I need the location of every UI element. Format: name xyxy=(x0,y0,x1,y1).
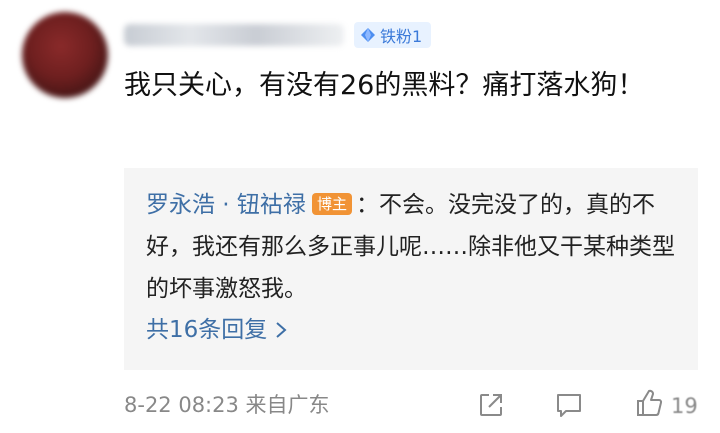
comment-meta: 8-22 08:23 来自广东 xyxy=(124,393,330,417)
fan-badge[interactable]: 铁粉1 xyxy=(354,22,432,48)
like-count: 19 xyxy=(671,394,698,418)
reply-preview[interactable]: 罗永浩 · 钮祜禄 博主 ：不会。没完没了的，真的不好，我还有那么多正事儿呢……除非… xyxy=(124,168,698,370)
comment-text: 我只关心，有没有26的黑料？痛打落水狗！ xyxy=(124,70,645,101)
like-icon[interactable] xyxy=(635,388,663,418)
fan-badge-label: 铁粉1 xyxy=(380,27,423,46)
share-icon[interactable] xyxy=(478,392,504,418)
view-replies-label: 共16条回复 xyxy=(146,317,268,343)
reply-author-link[interactable]: 罗永浩 · 钮祜禄 xyxy=(146,192,306,218)
reply-content: 罗永浩 · 钮祜禄 博主 ：不会。没完没了的，真的不好，我还有那么多正事儿呢……除非… xyxy=(146,184,676,310)
avatar[interactable] xyxy=(22,12,108,98)
chevron-right-icon xyxy=(276,322,287,338)
username-blurred[interactable] xyxy=(124,24,344,46)
diamond-icon xyxy=(361,28,375,42)
comment-icon[interactable] xyxy=(555,392,583,418)
comment-card: 铁粉1 我只关心，有没有26的黑料？痛打落水狗！ 罗永浩 · 钮祜禄 博主 ：不会。… xyxy=(0,0,720,433)
host-badge: 博主 xyxy=(311,193,352,215)
view-replies-link[interactable]: 共16条回复 xyxy=(146,314,287,346)
